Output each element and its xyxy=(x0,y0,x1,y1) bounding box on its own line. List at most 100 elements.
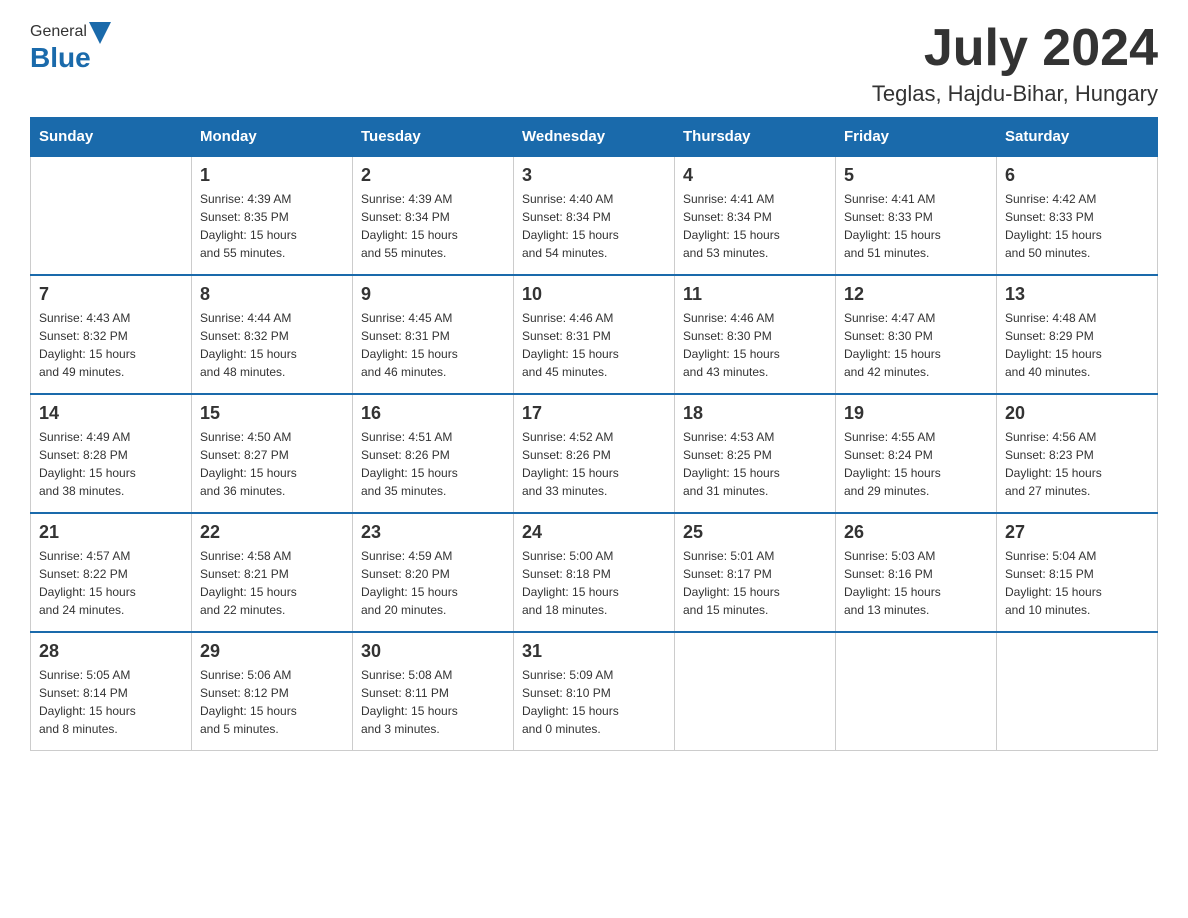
day-info: Sunrise: 5:05 AMSunset: 8:14 PMDaylight:… xyxy=(39,666,183,738)
calendar-day-header: Sunday xyxy=(31,118,192,157)
location-label: Teglas, Hajdu-Bihar, Hungary xyxy=(872,81,1158,107)
calendar-day-header: Thursday xyxy=(675,118,836,157)
day-info: Sunrise: 4:43 AMSunset: 8:32 PMDaylight:… xyxy=(39,309,183,381)
day-number: 15 xyxy=(200,403,344,424)
calendar-week-row: 14 Sunrise: 4:49 AMSunset: 8:28 PMDayligh… xyxy=(31,394,1158,513)
day-info: Sunrise: 4:50 AMSunset: 8:27 PMDaylight:… xyxy=(200,428,344,500)
calendar-cell: 6 Sunrise: 4:42 AMSunset: 8:33 PMDaylight… xyxy=(997,156,1158,275)
day-number: 25 xyxy=(683,522,827,543)
calendar-cell xyxy=(836,632,997,751)
day-number: 13 xyxy=(1005,284,1149,305)
page-header: General Blue July 2024 Teglas, Hajdu-Bih… xyxy=(30,20,1158,107)
day-number: 12 xyxy=(844,284,988,305)
day-number: 19 xyxy=(844,403,988,424)
calendar-day-header: Tuesday xyxy=(353,118,514,157)
calendar-cell: 4 Sunrise: 4:41 AMSunset: 8:34 PMDaylight… xyxy=(675,156,836,275)
calendar-header-row: SundayMondayTuesdayWednesdayThursdayFrid… xyxy=(31,118,1158,157)
calendar-table: SundayMondayTuesdayWednesdayThursdayFrid… xyxy=(30,117,1158,751)
calendar-cell: 16 Sunrise: 4:51 AMSunset: 8:26 PMDayligh… xyxy=(353,394,514,513)
day-number: 28 xyxy=(39,641,183,662)
day-number: 4 xyxy=(683,165,827,186)
logo-arrow-icon xyxy=(89,22,111,44)
day-info: Sunrise: 4:49 AMSunset: 8:28 PMDaylight:… xyxy=(39,428,183,500)
calendar-cell: 19 Sunrise: 4:55 AMSunset: 8:24 PMDayligh… xyxy=(836,394,997,513)
day-info: Sunrise: 5:00 AMSunset: 8:18 PMDaylight:… xyxy=(522,547,666,619)
day-number: 21 xyxy=(39,522,183,543)
calendar-cell: 27Sunrise: 5:04 AMSunset: 8:15 PMDayligh… xyxy=(997,513,1158,632)
calendar-cell: 15 Sunrise: 4:50 AMSunset: 8:27 PMDayligh… xyxy=(192,394,353,513)
calendar-cell: 20Sunrise: 4:56 AMSunset: 8:23 PMDayligh… xyxy=(997,394,1158,513)
day-number: 22 xyxy=(200,522,344,543)
day-info: Sunrise: 4:39 AMSunset: 8:34 PMDaylight:… xyxy=(361,190,505,262)
calendar-cell: 31Sunrise: 5:09 AMSunset: 8:10 PMDayligh… xyxy=(514,632,675,751)
day-info: Sunrise: 4:47 AMSunset: 8:30 PMDaylight:… xyxy=(844,309,988,381)
day-info: Sunrise: 4:41 AMSunset: 8:33 PMDaylight:… xyxy=(844,190,988,262)
calendar-cell: 24Sunrise: 5:00 AMSunset: 8:18 PMDayligh… xyxy=(514,513,675,632)
calendar-cell: 2Sunrise: 4:39 AMSunset: 8:34 PMDaylight… xyxy=(353,156,514,275)
day-info: Sunrise: 4:42 AMSunset: 8:33 PMDaylight:… xyxy=(1005,190,1149,262)
day-number: 20 xyxy=(1005,403,1149,424)
day-info: Sunrise: 4:46 AMSunset: 8:31 PMDaylight:… xyxy=(522,309,666,381)
calendar-cell: 14 Sunrise: 4:49 AMSunset: 8:28 PMDayligh… xyxy=(31,394,192,513)
calendar-cell: 29 Sunrise: 5:06 AMSunset: 8:12 PMDayligh… xyxy=(192,632,353,751)
logo: General Blue xyxy=(30,20,111,74)
day-number: 6 xyxy=(1005,165,1149,186)
day-number: 7 xyxy=(39,284,183,305)
calendar-cell: 8Sunrise: 4:44 AMSunset: 8:32 PMDaylight… xyxy=(192,275,353,394)
day-info: Sunrise: 4:46 AMSunset: 8:30 PMDaylight:… xyxy=(683,309,827,381)
calendar-cell xyxy=(675,632,836,751)
day-info: Sunrise: 5:03 AMSunset: 8:16 PMDaylight:… xyxy=(844,547,988,619)
day-info: Sunrise: 4:41 AMSunset: 8:34 PMDaylight:… xyxy=(683,190,827,262)
day-number: 5 xyxy=(844,165,988,186)
calendar-cell: 9Sunrise: 4:45 AMSunset: 8:31 PMDaylight… xyxy=(353,275,514,394)
day-number: 11 xyxy=(683,284,827,305)
calendar-day-header: Wednesday xyxy=(514,118,675,157)
calendar-week-row: 21Sunrise: 4:57 AMSunset: 8:22 PMDayligh… xyxy=(31,513,1158,632)
calendar-cell: 5 Sunrise: 4:41 AMSunset: 8:33 PMDaylight… xyxy=(836,156,997,275)
calendar-cell: 22 Sunrise: 4:58 AMSunset: 8:21 PMDayligh… xyxy=(192,513,353,632)
calendar-cell: 18 Sunrise: 4:53 AMSunset: 8:25 PMDayligh… xyxy=(675,394,836,513)
calendar-cell: 7 Sunrise: 4:43 AMSunset: 8:32 PMDaylight… xyxy=(31,275,192,394)
calendar-cell: 17Sunrise: 4:52 AMSunset: 8:26 PMDayligh… xyxy=(514,394,675,513)
calendar-week-row: 1Sunrise: 4:39 AMSunset: 8:35 PMDaylight… xyxy=(31,156,1158,275)
day-info: Sunrise: 4:39 AMSunset: 8:35 PMDaylight:… xyxy=(200,190,344,262)
calendar-cell: 13 Sunrise: 4:48 AMSunset: 8:29 PMDayligh… xyxy=(997,275,1158,394)
calendar-cell: 21Sunrise: 4:57 AMSunset: 8:22 PMDayligh… xyxy=(31,513,192,632)
day-number: 29 xyxy=(200,641,344,662)
day-number: 18 xyxy=(683,403,827,424)
logo-icon: General xyxy=(30,20,111,44)
day-number: 30 xyxy=(361,641,505,662)
calendar-cell: 25 Sunrise: 5:01 AMSunset: 8:17 PMDayligh… xyxy=(675,513,836,632)
day-info: Sunrise: 4:48 AMSunset: 8:29 PMDaylight:… xyxy=(1005,309,1149,381)
day-info: Sunrise: 4:52 AMSunset: 8:26 PMDaylight:… xyxy=(522,428,666,500)
calendar-cell: 30Sunrise: 5:08 AMSunset: 8:11 PMDayligh… xyxy=(353,632,514,751)
day-number: 14 xyxy=(39,403,183,424)
day-info: Sunrise: 4:58 AMSunset: 8:21 PMDaylight:… xyxy=(200,547,344,619)
calendar-cell: 12 Sunrise: 4:47 AMSunset: 8:30 PMDayligh… xyxy=(836,275,997,394)
calendar-cell xyxy=(997,632,1158,751)
calendar-cell xyxy=(31,156,192,275)
day-info: Sunrise: 4:44 AMSunset: 8:32 PMDaylight:… xyxy=(200,309,344,381)
day-info: Sunrise: 4:55 AMSunset: 8:24 PMDaylight:… xyxy=(844,428,988,500)
day-info: Sunrise: 4:45 AMSunset: 8:31 PMDaylight:… xyxy=(361,309,505,381)
calendar-day-header: Saturday xyxy=(997,118,1158,157)
calendar-cell: 3Sunrise: 4:40 AMSunset: 8:34 PMDaylight… xyxy=(514,156,675,275)
calendar-cell: 23Sunrise: 4:59 AMSunset: 8:20 PMDayligh… xyxy=(353,513,514,632)
day-number: 16 xyxy=(361,403,505,424)
day-number: 26 xyxy=(844,522,988,543)
title-block: July 2024 Teglas, Hajdu-Bihar, Hungary xyxy=(872,20,1158,107)
logo-blue-text: Blue xyxy=(30,42,91,74)
calendar-cell: 28 Sunrise: 5:05 AMSunset: 8:14 PMDayligh… xyxy=(31,632,192,751)
day-info: Sunrise: 4:40 AMSunset: 8:34 PMDaylight:… xyxy=(522,190,666,262)
day-info: Sunrise: 5:06 AMSunset: 8:12 PMDaylight:… xyxy=(200,666,344,738)
calendar-cell: 10Sunrise: 4:46 AMSunset: 8:31 PMDayligh… xyxy=(514,275,675,394)
month-year-title: July 2024 xyxy=(872,20,1158,77)
day-info: Sunrise: 5:01 AMSunset: 8:17 PMDaylight:… xyxy=(683,547,827,619)
calendar-week-row: 28 Sunrise: 5:05 AMSunset: 8:14 PMDayligh… xyxy=(31,632,1158,751)
calendar-cell: 1Sunrise: 4:39 AMSunset: 8:35 PMDaylight… xyxy=(192,156,353,275)
day-info: Sunrise: 4:51 AMSunset: 8:26 PMDaylight:… xyxy=(361,428,505,500)
day-info: Sunrise: 4:53 AMSunset: 8:25 PMDaylight:… xyxy=(683,428,827,500)
day-info: Sunrise: 5:09 AMSunset: 8:10 PMDaylight:… xyxy=(522,666,666,738)
logo-general-text: General xyxy=(30,23,87,41)
day-info: Sunrise: 4:59 AMSunset: 8:20 PMDaylight:… xyxy=(361,547,505,619)
